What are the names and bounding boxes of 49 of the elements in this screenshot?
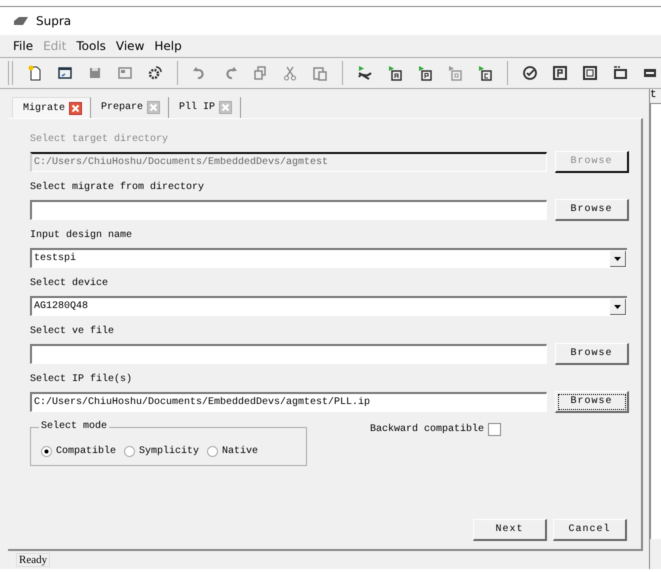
tab[interactable]: Migrate — [12, 97, 92, 118]
menu-item[interactable]: Help — [149, 39, 187, 53]
field-label: Select target directory — [30, 134, 168, 145]
new-file-icon[interactable] — [27, 65, 43, 81]
dialog-button[interactable]: Cancel — [553, 519, 627, 541]
field-label: Input design name — [30, 230, 132, 241]
dropdown-field[interactable]: AG1280Q48 — [30, 296, 627, 316]
field-label: Select IP file(s) — [30, 374, 132, 385]
dropdown-field[interactable]: testspi — [30, 248, 627, 268]
run-c-icon[interactable] — [477, 65, 493, 81]
path-field[interactable] — [30, 344, 547, 364]
open-window-icon[interactable] — [57, 65, 73, 81]
app-logo-icon — [14, 16, 28, 26]
settings-icon[interactable] — [147, 65, 163, 81]
dialog-button[interactable]: Next — [473, 519, 547, 541]
browse-button[interactable]: Browse — [555, 343, 629, 365]
radio-button[interactable] — [124, 446, 136, 457]
radio-label[interactable]: Native — [222, 446, 258, 457]
field-label: Select migrate from directory — [30, 182, 204, 193]
check-icon[interactable] — [522, 65, 538, 81]
path-field[interactable] — [30, 200, 547, 220]
run-a-icon[interactable] — [387, 65, 403, 81]
radio-button[interactable] — [41, 446, 52, 457]
browse-button[interactable]: Browse — [555, 199, 629, 221]
menu-item[interactable]: File — [8, 39, 38, 53]
run-icon[interactable] — [357, 65, 373, 81]
copy-icon[interactable] — [252, 65, 268, 81]
run-p-icon[interactable] — [417, 65, 433, 81]
side-panel-text: t — [650, 89, 658, 101]
save-icon[interactable] — [87, 65, 103, 81]
radio-button[interactable] — [207, 446, 218, 457]
path-field[interactable]: C:/Users/ChiuHoshu/Documents/EmbeddedDevs/agmtest/PLL.ip — [30, 392, 547, 412]
browse-button[interactable]: Browse — [555, 391, 629, 413]
menu-item[interactable]: Tools — [71, 39, 111, 53]
tab[interactable]: Pll IP — [169, 97, 242, 118]
radio-label[interactable]: Symplicity — [139, 446, 200, 457]
checkbox[interactable] — [488, 423, 501, 436]
p-box-icon[interactable] — [552, 65, 568, 81]
close-icon[interactable] — [69, 102, 82, 114]
status-text: Ready — [16, 553, 50, 567]
checkbox-label[interactable]: Backward compatible — [370, 424, 484, 435]
window-title: Supra — [36, 14, 72, 28]
field-label: Select ve file — [30, 326, 114, 337]
cut-icon[interactable] — [282, 65, 298, 81]
field-label: Select device — [30, 278, 108, 289]
radio-label[interactable]: Compatible — [56, 446, 116, 457]
menu-item[interactable]: View — [110, 39, 150, 53]
tab[interactable]: Prepare — [91, 97, 170, 118]
paste-icon[interactable] — [312, 65, 328, 81]
